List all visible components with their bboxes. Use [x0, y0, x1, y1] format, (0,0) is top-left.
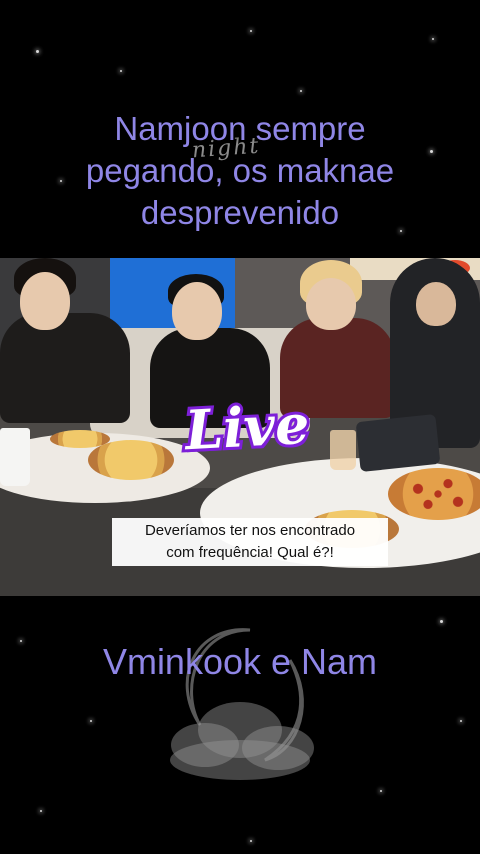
subtitle-line: Deveríamos ter nos encontrado [144, 522, 356, 539]
top-caption-line: desprevenido [140, 194, 340, 231]
drink-cup [330, 430, 356, 470]
moon-cloud-icon [170, 628, 314, 780]
star [380, 790, 382, 792]
cup-stack [0, 428, 30, 486]
pizza [88, 440, 174, 480]
pepperoni-pizza [388, 468, 480, 520]
top-caption-line: Namjoon sempre [114, 110, 366, 147]
top-caption-line: pegando, os maknae [85, 152, 395, 189]
star [460, 720, 462, 722]
pizza [50, 430, 110, 448]
star [40, 810, 42, 812]
person-head [306, 278, 356, 330]
person-body [0, 313, 130, 423]
star [440, 620, 443, 623]
video-subtitle: Deveríamos ter nos encontrado com frequê… [112, 518, 388, 566]
person-head [416, 282, 456, 326]
star [36, 50, 39, 53]
subtitle-line: com frequência! Qual é?! [166, 544, 334, 561]
star [120, 70, 122, 72]
live-label: Live [180, 389, 313, 465]
star [250, 840, 252, 842]
person-head [20, 272, 70, 330]
star [300, 90, 302, 92]
cloud-icon [170, 702, 314, 780]
tablet [355, 413, 441, 473]
star [250, 30, 252, 32]
person-head [172, 282, 222, 340]
bottom-caption: Vminkook e Nam [102, 641, 378, 682]
top-caption: Namjoon sempre pegando, os maknae despre… [20, 108, 460, 234]
star [432, 38, 434, 40]
star [90, 720, 92, 722]
live-badge: Live [174, 382, 320, 472]
